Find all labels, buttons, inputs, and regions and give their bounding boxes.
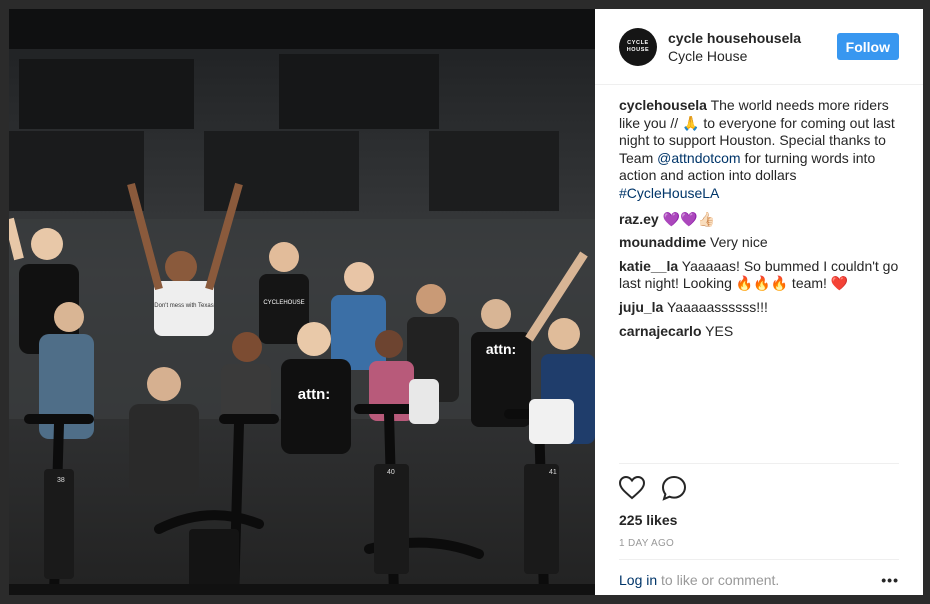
- post-header: CYCLE HOUSE cycle househousela Cycle Hou…: [595, 9, 923, 85]
- post-modal: Don't mess with Texas CYCLEHOUSE attn: a…: [9, 9, 923, 595]
- avatar-text-bottom: HOUSE: [626, 46, 650, 53]
- more-options-icon[interactable]: •••: [881, 572, 899, 588]
- avatar[interactable]: CYCLE HOUSE: [619, 27, 657, 66]
- comment-username[interactable]: raz.ey: [619, 211, 659, 227]
- header-location[interactable]: Cycle House: [668, 47, 837, 65]
- comment-text: YES: [701, 322, 734, 339]
- bike-number-40: 40: [387, 469, 395, 476]
- login-bar: Log in to like or comment. •••: [619, 559, 899, 588]
- shirt-text-texas: Don't mess with Texas: [154, 303, 213, 309]
- comment-text: Yaaaaassssss!!!: [663, 298, 768, 315]
- comments-list: cyclehousela The world needs more riders…: [595, 85, 923, 463]
- comment-username[interactable]: mounaddime: [619, 234, 706, 250]
- follow-button[interactable]: Follow: [836, 33, 899, 60]
- caption-mention[interactable]: @attndotcom: [657, 150, 740, 166]
- shirt-text-cyclehouse: CYCLEHOUSE: [263, 300, 304, 306]
- login-text: to like or comment.: [657, 572, 780, 588]
- comment-item: raz.ey 💜💜👍🏻: [619, 211, 899, 229]
- bike-number-38: 38: [57, 477, 65, 484]
- caption-emoji: 🙏: [682, 114, 700, 131]
- post-side-panel: CYCLE HOUSE cycle househousela Cycle Hou…: [595, 9, 923, 595]
- post-actions: 225 likes 1 DAY AGO Log in to like or co…: [619, 463, 899, 595]
- heart-icon[interactable]: [619, 476, 645, 500]
- shirt-text-attn-right: attn:: [486, 341, 516, 357]
- login-link[interactable]: Log in: [619, 572, 657, 588]
- shirt-text-attn-center: attn:: [298, 386, 331, 403]
- caption-username[interactable]: cyclehousela: [619, 97, 707, 113]
- comment-icon[interactable]: [661, 475, 687, 501]
- header-username[interactable]: cycle househousela: [668, 29, 837, 47]
- post-photo[interactable]: Don't mess with Texas CYCLEHOUSE attn: a…: [9, 9, 595, 595]
- comment-text: Very nice: [706, 234, 768, 251]
- caption-hashtag[interactable]: #CycleHouseLA: [619, 185, 719, 201]
- comment-username[interactable]: juju_la: [619, 299, 663, 315]
- group-photo-illustration: Don't mess with Texas CYCLEHOUSE attn: a…: [9, 9, 595, 595]
- comment-username[interactable]: katie__la: [619, 258, 678, 274]
- bike-number-41: 41: [549, 469, 557, 476]
- comment-username[interactable]: carnajecarlo: [619, 323, 702, 339]
- comment-item: carnajecarlo YES: [619, 323, 899, 341]
- likes-count[interactable]: 225 likes: [619, 512, 899, 528]
- action-icons: [619, 472, 899, 504]
- comment-item: mounaddime Very nice: [619, 234, 899, 252]
- comment-text: 💜💜👍🏻: [658, 210, 715, 227]
- comment-item: juju_la Yaaaaassssss!!!: [619, 299, 899, 317]
- post-time: 1 DAY AGO: [619, 538, 675, 549]
- comment-item: katie__la Yaaaaas! So bummed I couldn't …: [619, 258, 899, 293]
- caption: cyclehousela The world needs more riders…: [619, 97, 899, 203]
